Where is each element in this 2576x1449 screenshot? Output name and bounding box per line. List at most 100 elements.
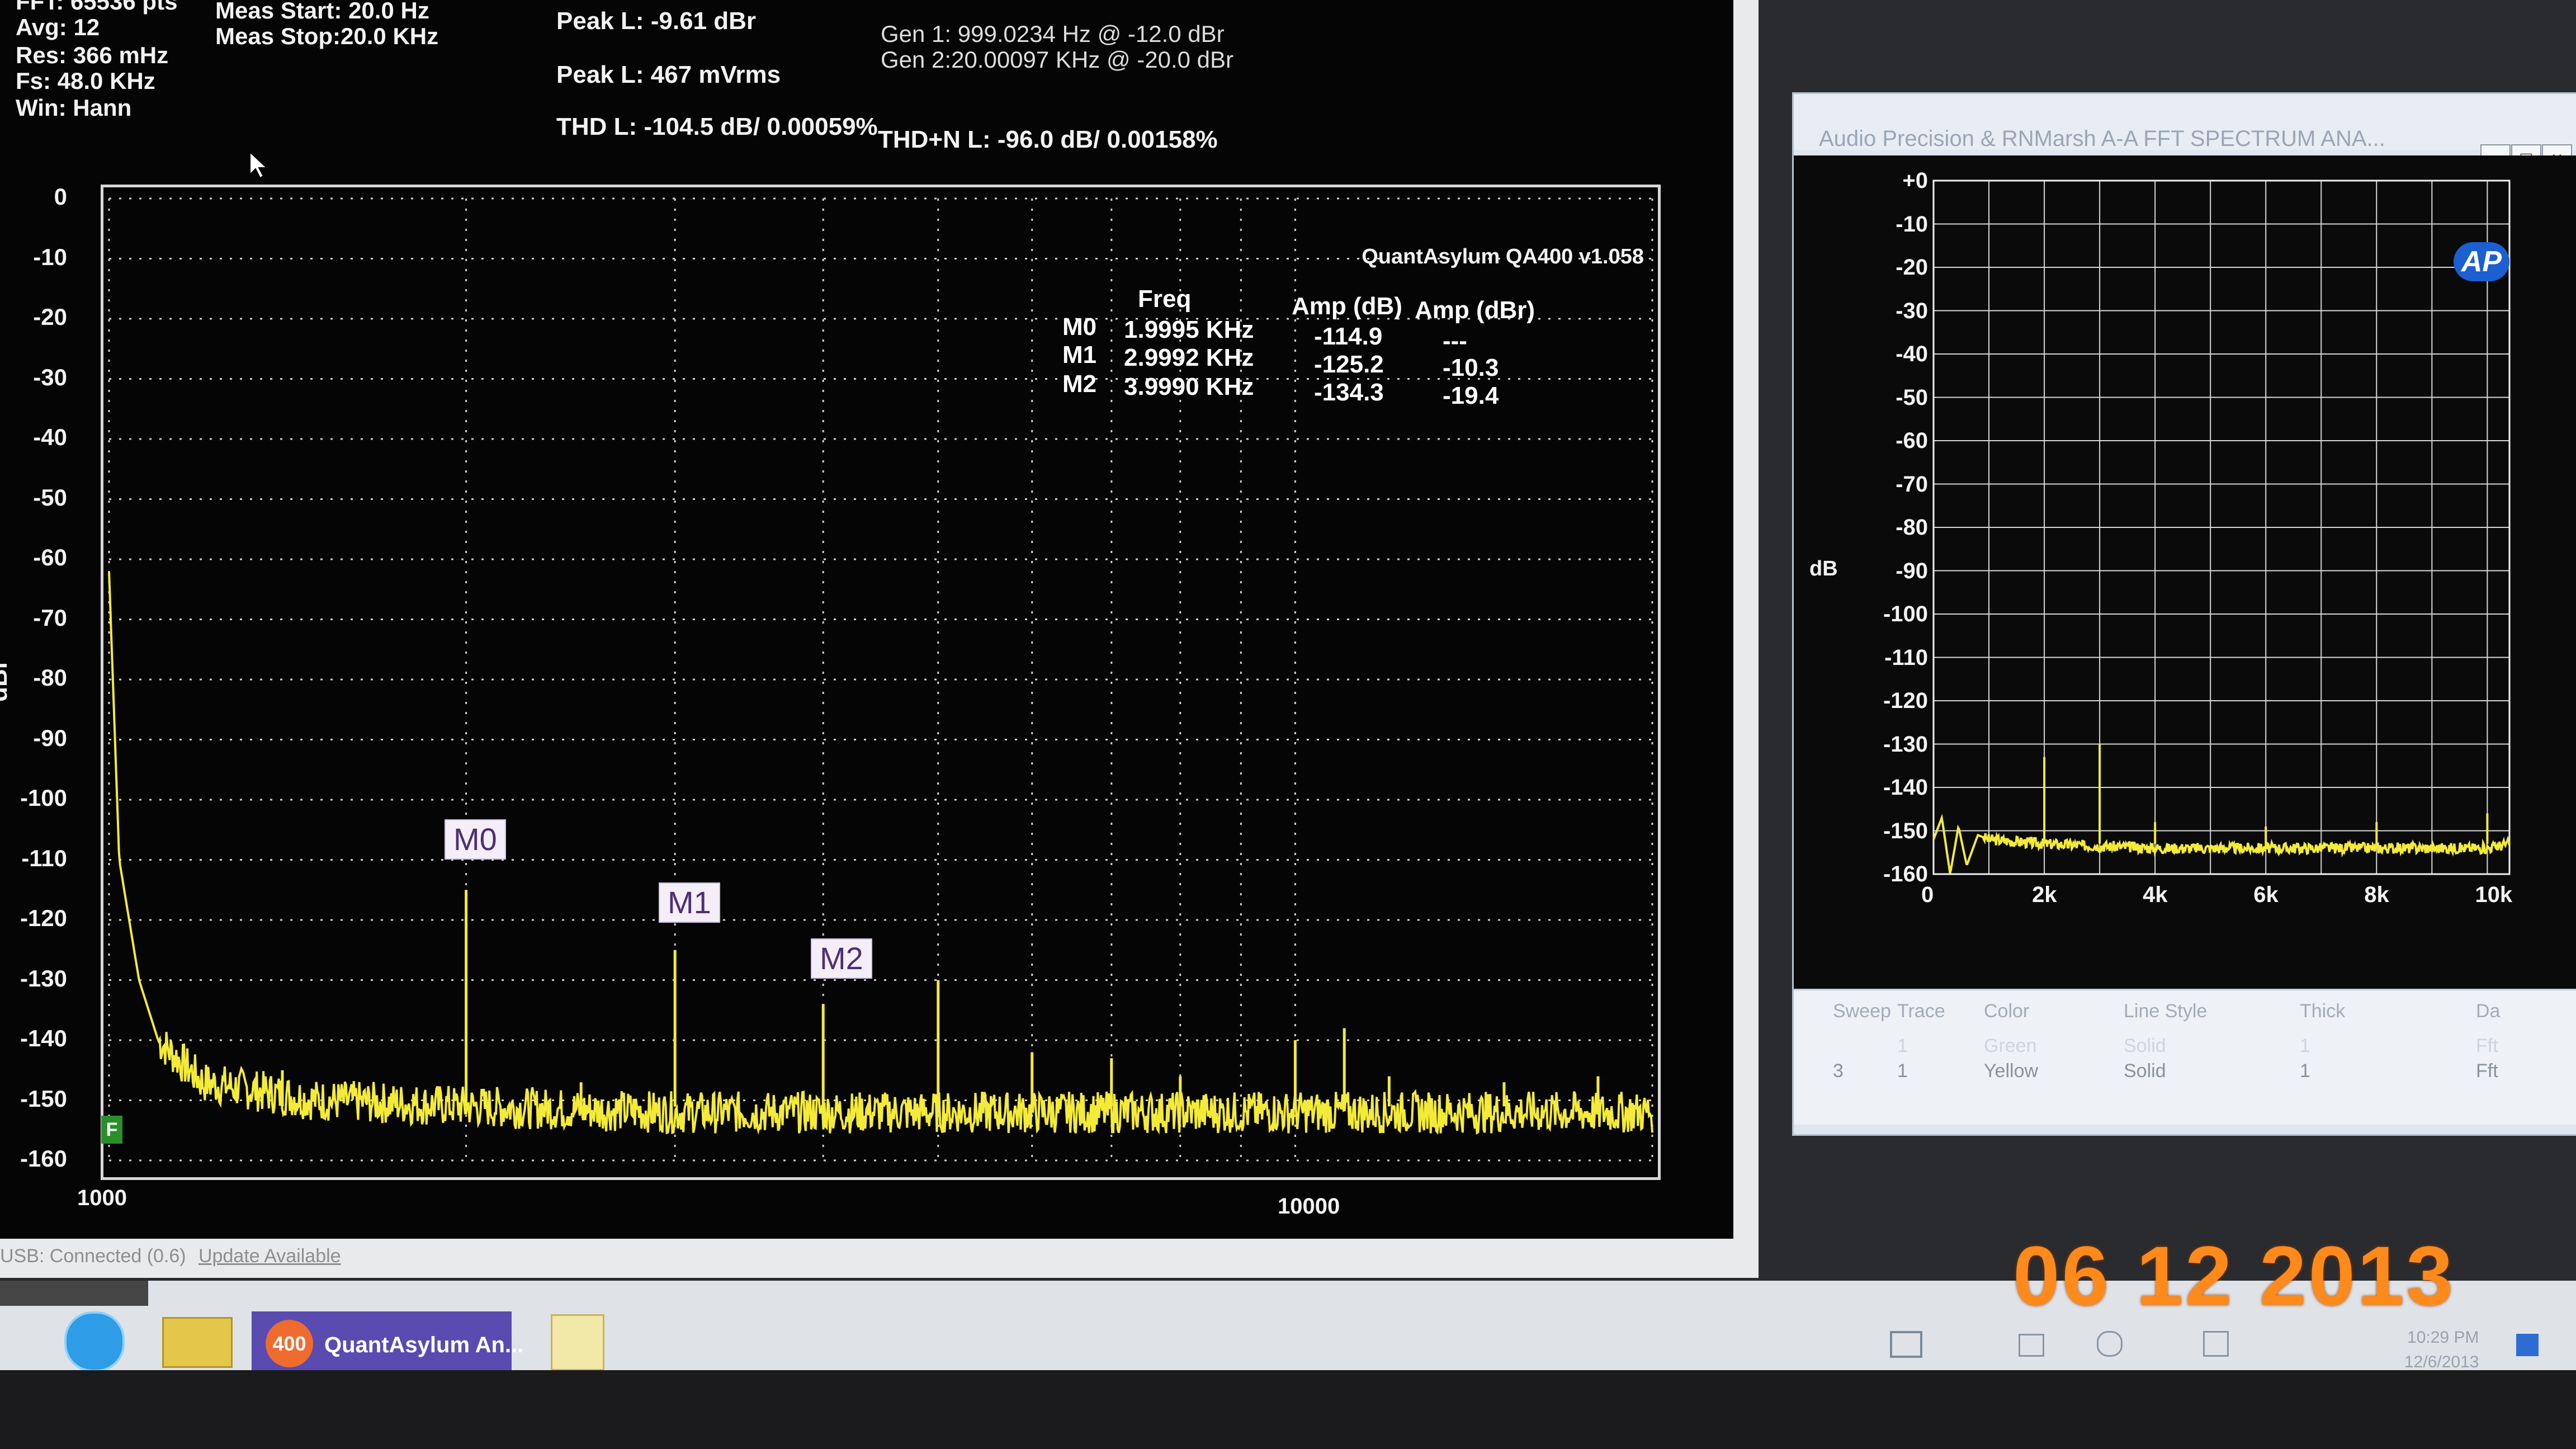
ie-icon[interactable] bbox=[64, 1311, 125, 1372]
grid-cell[interactable]: 1 bbox=[2300, 1060, 2310, 1082]
x-tick-10000: 10000 bbox=[1278, 1194, 1340, 1219]
ap-x-tick-label: 0 bbox=[1921, 882, 1934, 907]
row-m2-label: M2 bbox=[1062, 370, 1097, 398]
ap-fft-window: Audio Precision & RNMarsh A-A FFT SPECTR… bbox=[1792, 92, 2576, 1136]
fft-points: FFT: 65536 pts bbox=[16, 0, 178, 15]
row-m2-freq: 3.9990 KHz bbox=[1124, 373, 1254, 400]
marker-label-m2[interactable]: M2 bbox=[811, 938, 872, 979]
y-tick-label: -90 bbox=[33, 724, 67, 751]
y-tick-label: 0 bbox=[54, 183, 67, 210]
y-tick-label: -150 bbox=[20, 1085, 67, 1112]
ap-y-tick-label: -130 bbox=[1883, 731, 1928, 757]
grid-header-cell: Da bbox=[2476, 1000, 2501, 1022]
ap-y-tick-label: -140 bbox=[1883, 775, 1928, 800]
grid-cell[interactable]: Fft bbox=[2476, 1060, 2498, 1082]
x-tick-1000: 1000 bbox=[77, 1186, 127, 1210]
usb-status: USB: Connected (0.6) bbox=[0, 1245, 186, 1267]
ap-y-tick-label: -40 bbox=[1896, 342, 1928, 366]
y-tick-label: -100 bbox=[20, 785, 67, 811]
y-tick-label: -60 bbox=[33, 544, 67, 570]
fft-plot-svg bbox=[108, 197, 1653, 1162]
row-m1-freq: 2.9992 KHz bbox=[1124, 344, 1254, 371]
ap-y-tick-label: -20 bbox=[1896, 255, 1928, 280]
marker-label-m0[interactable]: M0 bbox=[445, 819, 506, 860]
y-tick-label: -10 bbox=[33, 243, 67, 270]
ap-plot-frame: +0 -10 -20 -30 -40 -50 -60 -70 -80 -90 -100 -110 -12… bbox=[1794, 155, 2576, 1073]
grid-cell[interactable]: Solid bbox=[2124, 1060, 2166, 1082]
update-link[interactable]: Update Available bbox=[198, 1245, 341, 1267]
generator-2: Gen 2:20.00097 KHz @ -20.0 dBr bbox=[881, 46, 1234, 73]
grid-cell[interactable]: Yellow bbox=[1984, 1060, 2038, 1082]
thd-readout: THD L: -104.5 dB/ 0.00059% bbox=[556, 113, 878, 140]
y-tick-label: -30 bbox=[33, 364, 67, 390]
row-m0-amp-dbr: --- bbox=[1443, 327, 1467, 355]
row-m2-amp-db: -134.3 bbox=[1314, 379, 1384, 406]
grid-cell[interactable]: 1 bbox=[1897, 1060, 1908, 1082]
grid-cell[interactable]: 1 bbox=[2300, 1035, 2310, 1057]
bluetooth-icon[interactable] bbox=[2203, 1331, 2229, 1357]
peak-mvrms: Peak L: 467 mVrms bbox=[556, 61, 781, 88]
desktop-grid-icon[interactable] bbox=[1890, 1331, 1922, 1358]
volume-icon[interactable] bbox=[2097, 1331, 2123, 1357]
ap-x-tick-label: 2k bbox=[2032, 882, 2057, 907]
row-m0-label: M0 bbox=[1062, 313, 1097, 341]
app-icon[interactable] bbox=[551, 1314, 604, 1371]
ap-x-tick-label: 10k bbox=[2475, 882, 2513, 907]
ap-y-tick-label: -60 bbox=[1896, 428, 1928, 453]
y-tick-label: -110 bbox=[21, 844, 67, 871]
col-amp-dbr-header: Amp (dBr) bbox=[1415, 296, 1535, 324]
col-amp-db-header: Amp (dB) bbox=[1292, 292, 1402, 320]
noise-floor-trace bbox=[108, 571, 1653, 1135]
ap-y-tick-label: -50 bbox=[1896, 385, 1928, 410]
y-tick-label: -50 bbox=[33, 484, 67, 511]
thdn-readout: THD+N L: -96.0 dB/ 0.00158% bbox=[878, 126, 1218, 153]
y-tick-label: -20 bbox=[33, 304, 67, 330]
row-m1-amp-db: -125.2 bbox=[1314, 351, 1384, 378]
fft-plot-area[interactable]: QuantAsylum QA400 v1.058 F bbox=[101, 185, 1661, 1180]
average-count: Avg: 12 bbox=[16, 14, 100, 40]
grid-cell[interactable]: 3 bbox=[1833, 1060, 1844, 1082]
ap-y-tick-label: -160 bbox=[1883, 862, 1928, 886]
grid-cell[interactable]: Solid bbox=[2124, 1035, 2166, 1057]
grid-header-cell: Sweep bbox=[1833, 1000, 1891, 1022]
taskbar-left-strip bbox=[0, 1281, 148, 1306]
network-icon[interactable] bbox=[2019, 1334, 2044, 1357]
grid-cell[interactable]: Green bbox=[1984, 1035, 2037, 1057]
ap-y-tick-label: +0 bbox=[1902, 168, 1928, 193]
corner-flag[interactable]: F bbox=[101, 1116, 122, 1144]
ap-y-tick-label: -100 bbox=[1883, 602, 1928, 626]
explorer-icon[interactable] bbox=[162, 1317, 233, 1368]
row-m1-amp-dbr: -10.3 bbox=[1443, 354, 1499, 381]
taskbar-qa400-button[interactable]: 400 QuantAsylum An... bbox=[252, 1311, 523, 1376]
grid-cell[interactable]: Fft bbox=[2476, 1035, 2498, 1057]
y-tick-label: -120 bbox=[20, 905, 67, 931]
show-desktop-icon[interactable] bbox=[2516, 1334, 2539, 1356]
status-bar: USB: Connected (0.6) Update Available bbox=[0, 1239, 1759, 1278]
ap-x-tick-label: 4k bbox=[2143, 882, 2168, 907]
ap-y-tick-label: -80 bbox=[1896, 515, 1928, 540]
y-tick-label: -70 bbox=[33, 604, 67, 631]
monitor-bezel bbox=[0, 1370, 2576, 1449]
grid-header-cell: Trace bbox=[1897, 1000, 1945, 1022]
ap-y-tick-label: -70 bbox=[1896, 471, 1928, 497]
camera-date-stamp: 06 12 2013 bbox=[2013, 1229, 2455, 1323]
resolution: Res: 366 mHz bbox=[16, 42, 169, 68]
y-tick-label: -160 bbox=[20, 1145, 67, 1172]
grid-cell[interactable]: 1 bbox=[1897, 1035, 1908, 1057]
qa400-window: FFT: 65536 pts Avg: 12 Res: 366 mHz Fs: … bbox=[0, 0, 1759, 1278]
marker-label-m1[interactable]: M1 bbox=[659, 882, 720, 923]
qa400-display: FFT: 65536 pts Avg: 12 Res: 366 mHz Fs: … bbox=[0, 0, 1733, 1239]
ap-titlebar[interactable]: Audio Precision & RNMarsh A-A FFT SPECTR… bbox=[1794, 94, 2576, 174]
ap-logo: AP bbox=[2454, 242, 2509, 281]
trace-settings-grid[interactable]: Sweep Trace Color Line Style Thick Da 1 Green S… bbox=[1794, 989, 2576, 1125]
window-type: Win: Hann bbox=[16, 95, 132, 121]
meas-start: Meas Start: 20.0 Hz bbox=[215, 0, 429, 23]
ap-spectrum-trace bbox=[1932, 814, 2511, 874]
system-clock[interactable]: 10:29 PM 12/6/2013 bbox=[2404, 1328, 2479, 1372]
ap-y-tick-label: -90 bbox=[1896, 558, 1928, 583]
clock-time: 10:29 PM bbox=[2407, 1328, 2479, 1347]
ap-y-tick-label: -150 bbox=[1883, 818, 1928, 843]
y-tick-label: -80 bbox=[33, 664, 67, 691]
y-tick-label: -130 bbox=[20, 965, 67, 992]
grid-header-cell: Thick bbox=[2300, 1000, 2346, 1022]
